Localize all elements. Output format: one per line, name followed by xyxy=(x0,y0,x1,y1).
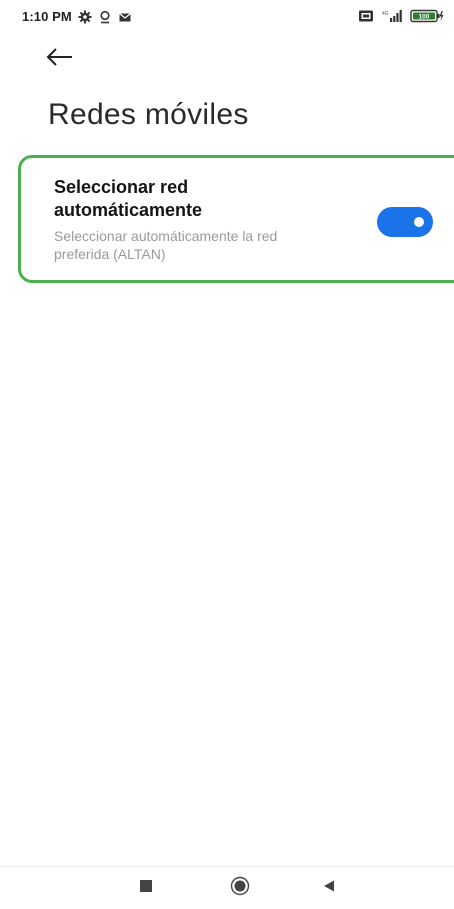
home-circle-icon xyxy=(230,876,250,901)
svg-text:4G: 4G xyxy=(382,11,389,17)
gear-icon xyxy=(78,10,92,24)
back-arrow-button[interactable] xyxy=(46,46,80,72)
status-bar: 1:10 PM 4G 100 xyxy=(0,0,454,34)
auto-select-network-toggle[interactable] xyxy=(377,207,433,237)
page-title: Redes móviles xyxy=(48,98,249,131)
setting-description: Seleccionar automáticamente la red prefe… xyxy=(54,227,354,263)
battery-icon: 100 xyxy=(410,9,444,28)
triangle-back-icon xyxy=(322,879,336,898)
arrow-left-icon xyxy=(46,47,74,72)
setting-description-line-2: preferida (ALTAN) xyxy=(54,246,166,262)
setting-title-line-2: automáticamente xyxy=(54,200,203,220)
navigation-bar xyxy=(0,866,454,909)
square-icon xyxy=(139,879,153,898)
toggle-knob xyxy=(414,217,424,227)
setting-description-line-1: Seleccionar automáticamente la red xyxy=(54,228,278,244)
location-icon xyxy=(98,10,112,24)
signal-icon: 4G xyxy=(381,9,403,28)
status-left-group: 1:10 PM xyxy=(22,9,132,24)
recent-apps-button[interactable] xyxy=(136,878,156,898)
data-saver-icon xyxy=(358,9,374,28)
status-right-group: 4G 100 xyxy=(358,9,444,28)
status-time: 1:10 PM xyxy=(22,9,72,24)
battery-level: 100 xyxy=(419,13,430,20)
auto-select-network-setting[interactable]: Seleccionar red automáticamente Seleccio… xyxy=(18,155,454,283)
setting-title-line-1: Seleccionar red xyxy=(54,177,189,197)
setting-text-group: Seleccionar red automáticamente Seleccio… xyxy=(54,176,354,263)
mail-icon xyxy=(118,10,132,24)
setting-title: Seleccionar red automáticamente xyxy=(54,176,354,222)
home-button[interactable] xyxy=(230,876,250,901)
back-nav-button[interactable] xyxy=(319,878,339,898)
